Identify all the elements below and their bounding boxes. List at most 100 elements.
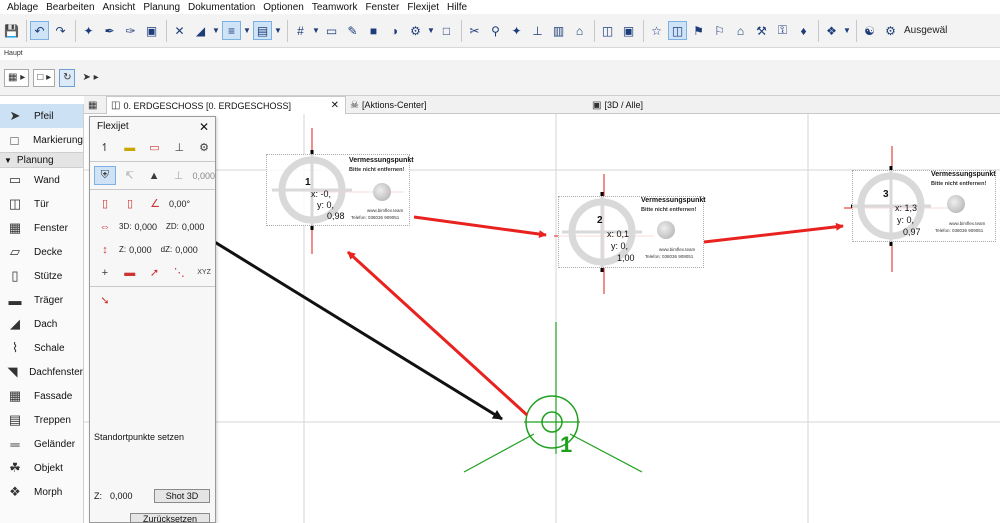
drawing-canvas[interactable]: 1 x: -0, y: 0, 0,98 Vermessungspunkt Bit… [84, 114, 1000, 523]
diagonal-line-icon[interactable]: ➚ [144, 263, 166, 282]
chevron-down-icon[interactable]: ▼ [312, 21, 320, 40]
pointer-icon[interactable]: ➤ ▸ [79, 69, 101, 87]
cube-icon[interactable]: ❖ [822, 21, 841, 40]
line-icon[interactable]: ▭ [144, 138, 166, 157]
house-icon[interactable]: ⌂ [570, 21, 589, 40]
tab-3d-alle[interactable]: ▣ [3D / Alle] [588, 96, 848, 114]
menu-ablage[interactable]: Ablage [4, 2, 43, 13]
tool-gelaender[interactable]: ═ Geländer [0, 432, 83, 456]
menu-teamwork[interactable]: Teamwork [309, 2, 363, 13]
pen-icon[interactable]: ✎ [343, 21, 362, 40]
gear-icon[interactable]: ⚙ [406, 21, 425, 40]
tool-schale[interactable]: ⌇ Schale [0, 336, 83, 360]
menu-optionen[interactable]: Optionen [260, 2, 309, 13]
wall-width-icon[interactable]: ▯ [119, 194, 141, 213]
inject-icon[interactable]: ✑ [121, 21, 140, 40]
menu-fenster[interactable]: Fenster [362, 2, 404, 13]
close-icon[interactable]: ✕ [199, 120, 209, 134]
transfer-icon[interactable]: ▣ [142, 21, 161, 40]
grid-icon[interactable]: # [291, 21, 310, 40]
tool-fassade[interactable]: ▦ Fassade [0, 384, 83, 408]
section-icon[interactable]: ▥ [549, 21, 568, 40]
menu-ansicht[interactable]: Ansicht [100, 2, 141, 13]
chevron-down-icon[interactable]: ▼ [212, 21, 220, 40]
menu-hilfe[interactable]: Hilfe [444, 2, 472, 13]
station-point[interactable] [463, 322, 643, 473]
tool-objekt[interactable]: ☘ Objekt [0, 456, 83, 480]
elevation-icon[interactable]: ◫ [598, 21, 617, 40]
detail-icon[interactable]: ▣ [619, 21, 638, 40]
chevron-down-icon[interactable]: ▼ [243, 21, 251, 40]
grid-snap-icon[interactable]: ≡ [222, 21, 241, 40]
measure-icon[interactable]: ⊥ [528, 21, 547, 40]
tool-fenster[interactable]: ▦ Fenster [0, 216, 83, 240]
teamwork-icon[interactable]: ☯ [860, 21, 879, 40]
menu-planung[interactable]: Planung [140, 2, 185, 13]
level-icon[interactable]: ⊥ [168, 166, 190, 185]
triangulate-icon[interactable]: ▲ [143, 166, 165, 185]
flag-icon[interactable]: ⚑ [689, 21, 708, 40]
redo-icon[interactable]: ↷ [51, 21, 70, 40]
tools-icon[interactable]: ⚒ [752, 21, 771, 40]
tool-traeger[interactable]: ▬ Träger [0, 288, 83, 312]
dashed-selection-icon[interactable]: □ ▸ [33, 68, 56, 87]
tab-erdgeschoss[interactable]: ◫ 0. ERDGESCHOSS [0. ERDGESCHOSS] ✕ [106, 96, 346, 114]
scissors-icon[interactable]: ✂ [465, 21, 484, 40]
menu-bearbeiten[interactable]: Bearbeiten [43, 2, 99, 13]
file-flag-icon[interactable]: ⚐ [710, 21, 729, 40]
tool-markierung[interactable]: □ Markierung [0, 128, 83, 152]
trace-icon[interactable]: ■ [364, 21, 383, 40]
tab-layout-grid[interactable]: ▦ [84, 96, 106, 114]
layer-icon[interactable]: ▤ [253, 21, 272, 40]
menu-flexijet[interactable]: Flexijet [404, 2, 444, 13]
gear-icon[interactable]: ⚙ [193, 138, 215, 157]
station-icon[interactable]: ⊥ [168, 138, 190, 157]
plane-icon[interactable]: ▭ [322, 21, 341, 40]
chevron-down-icon[interactable]: ▼ [274, 21, 282, 40]
tool-dachfenster[interactable]: ◥ Dachfenster [0, 360, 83, 384]
ruler-icon[interactable]: ▬ [119, 263, 141, 282]
tool-wand[interactable]: ▭ Wand [0, 168, 83, 192]
tool-dach[interactable]: ◢ Dach [0, 312, 83, 336]
chevron-down-icon[interactable]: ▼ [427, 21, 435, 40]
pick-icon[interactable]: ✦ [79, 21, 98, 40]
window-frame-icon[interactable]: ◫ [668, 21, 687, 40]
reference-icon[interactable]: ◑ [385, 21, 404, 40]
distance-icon[interactable]: ⇔ [94, 217, 116, 236]
selection-label[interactable]: Ausgewäl [904, 25, 947, 36]
tool-morph[interactable]: ❖ Morph [0, 480, 83, 504]
undo-icon[interactable]: ↶ [30, 21, 49, 40]
measure-mode-icon[interactable]: ↿ [94, 138, 116, 157]
tool-pfeil[interactable]: ➤ Pfeil [0, 104, 83, 128]
marquee-icon[interactable]: □ [437, 21, 456, 40]
tool-tuer[interactable]: ◫ Tür [0, 192, 83, 216]
angle-icon[interactable]: ∠ [144, 194, 166, 213]
snap-icon[interactable]: ✕ [170, 21, 189, 40]
set-station-icon[interactable]: ⛨ [94, 166, 116, 185]
shot-3d-button[interactable]: Shot 3D [154, 489, 210, 503]
align-icon[interactable]: ↸ [119, 166, 141, 185]
magnify-icon[interactable]: ⚲ [486, 21, 505, 40]
menu-dokumentation[interactable]: Dokumentation [185, 2, 260, 13]
height-icon[interactable]: ↕ [94, 240, 116, 259]
rotate-view-icon[interactable]: ↻ [59, 68, 76, 87]
pipette-icon[interactable]: ✒ [100, 21, 119, 40]
free-line-icon[interactable]: ➘ [94, 291, 116, 310]
gears-icon[interactable]: ⚙ [881, 21, 900, 40]
wall-height-icon[interactable]: ▯ [94, 194, 116, 213]
element-filter-icon[interactable]: ▦ ▸ [4, 68, 30, 87]
palette-group-planung[interactable]: ▼ Planung [0, 152, 83, 168]
star-icon[interactable]: ☆ [647, 21, 666, 40]
tag-icon[interactable]: ♦ [794, 21, 813, 40]
save-icon[interactable]: 💾 [2, 21, 21, 40]
z-input[interactable]: 0,000 [108, 489, 148, 503]
guide-icon[interactable]: ◢ [191, 21, 210, 40]
xyz-icon[interactable]: XYZ [193, 263, 215, 282]
wand-icon[interactable]: ✦ [507, 21, 526, 40]
home-view-icon[interactable]: ⌂ [731, 21, 750, 40]
chevron-down-icon[interactable]: ▼ [843, 21, 851, 40]
close-icon[interactable]: ✕ [331, 100, 339, 111]
tab-aktions-center[interactable]: ☠ [Aktions-Center] [346, 96, 588, 114]
lock-icon[interactable]: ⚿ [773, 21, 792, 40]
plus-icon[interactable]: + [94, 263, 116, 282]
